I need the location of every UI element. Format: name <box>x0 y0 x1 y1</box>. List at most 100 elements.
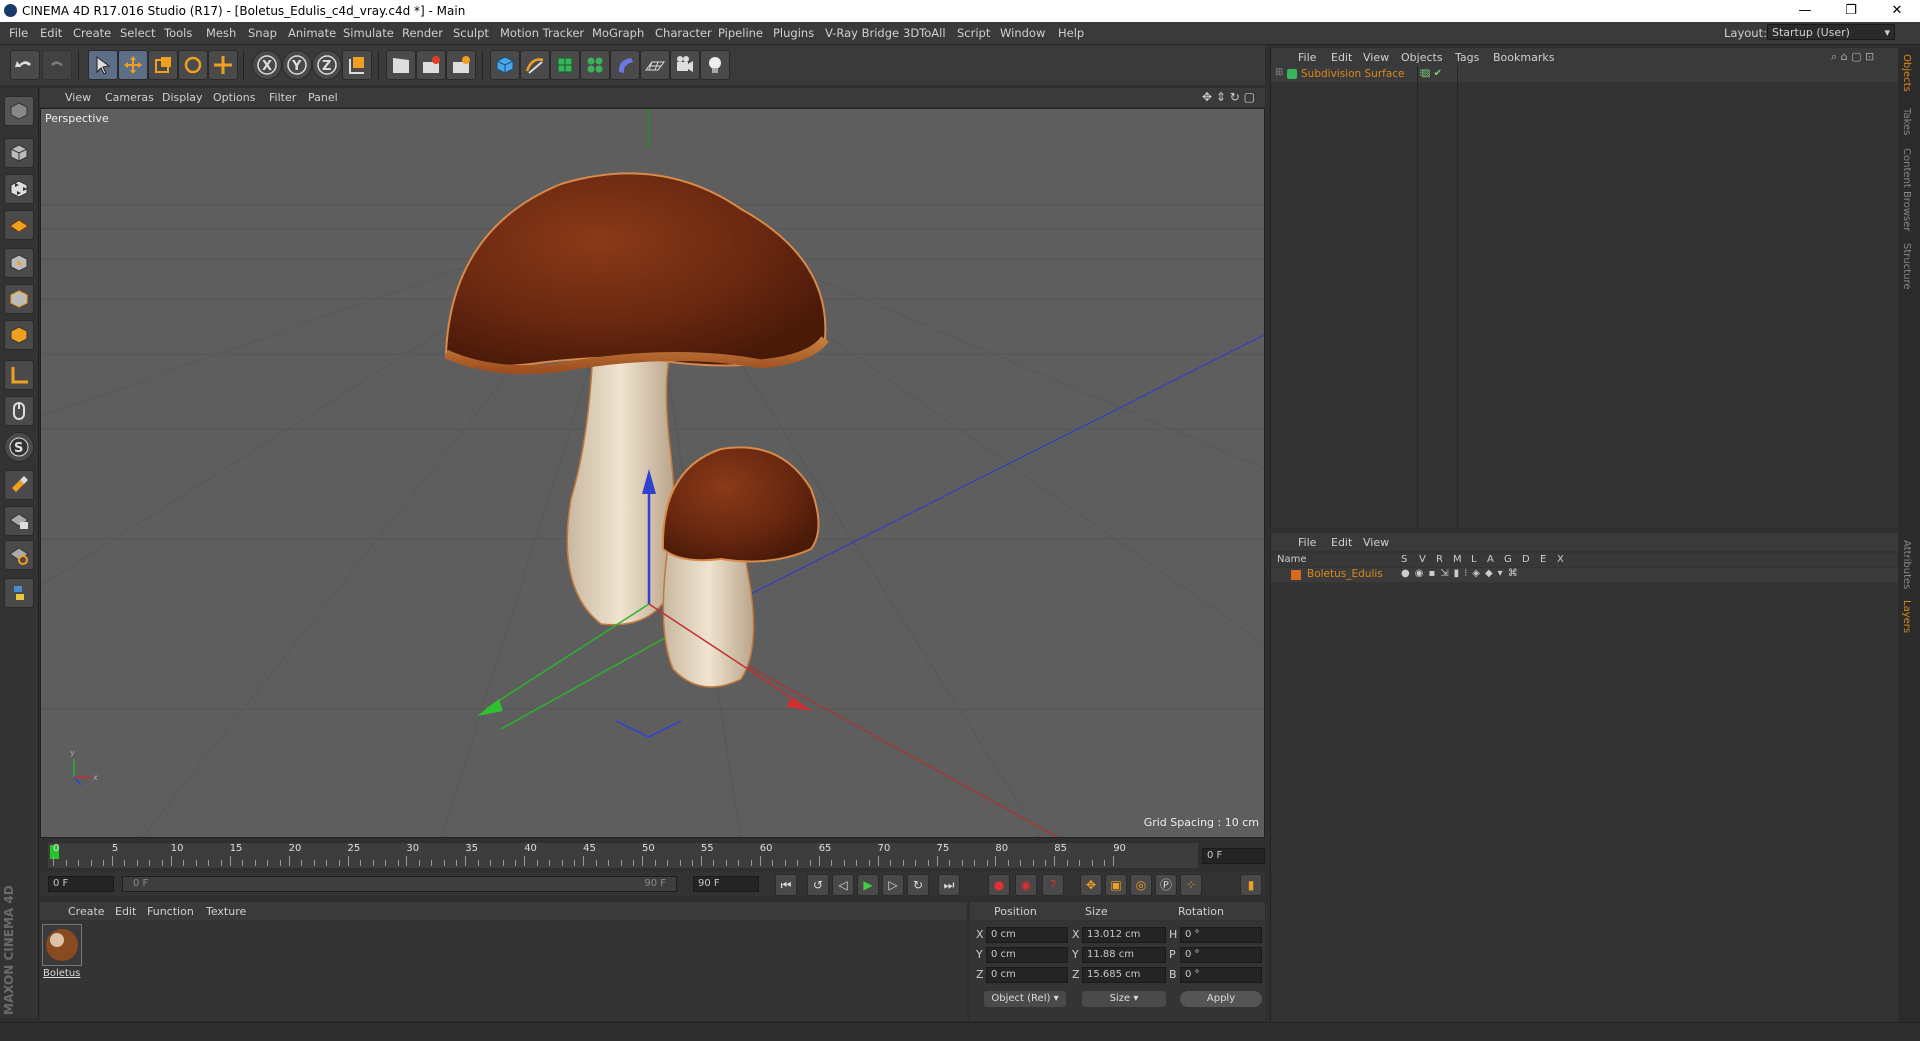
key-parameter-button[interactable]: Ⓟ <box>1155 874 1177 896</box>
pos-z-field[interactable]: 0 cm <box>986 967 1068 983</box>
undo-button[interactable] <box>10 50 40 80</box>
record-keys-button[interactable]: ● <box>988 874 1010 896</box>
menu-select[interactable]: Select <box>120 26 155 40</box>
viewport-nav-icons[interactable]: ✥ ⇕ ↻ ▢ <box>1202 90 1255 104</box>
key-scale-button[interactable]: ▣ <box>1105 874 1127 896</box>
magnet-button[interactable] <box>4 470 34 500</box>
add-generator-button[interactable] <box>550 50 580 80</box>
render-picture-viewer-button[interactable] <box>416 50 446 80</box>
tab-attributes[interactable]: Attributes <box>1901 540 1912 589</box>
viewport-menu-options[interactable]: Options <box>213 91 255 104</box>
z-axis-lock-button[interactable]: Z <box>312 50 342 80</box>
add-deformer-button[interactable] <box>610 50 640 80</box>
texture-mode-button[interactable] <box>4 174 34 204</box>
lock-workplane-button[interactable] <box>4 506 34 536</box>
menu-vray-bridge[interactable]: V-Ray Bridge <box>825 26 899 40</box>
tab-layers[interactable]: Layers <box>1901 600 1912 633</box>
add-light-button[interactable] <box>700 50 730 80</box>
menu-mesh[interactable]: Mesh <box>206 26 236 40</box>
tab-takes[interactable]: Takes <box>1901 108 1912 135</box>
enabled-check-icon[interactable]: ▨ ✔ <box>1421 68 1442 79</box>
size-mode-dropdown[interactable]: Size ▾ <box>1082 991 1166 1007</box>
object-menu-edit[interactable]: Edit <box>1331 51 1352 64</box>
scale-tool-button[interactable] <box>148 50 178 80</box>
make-editable-button[interactable] <box>4 96 34 126</box>
layout-dropdown[interactable]: Startup (User) ▾ <box>1767 24 1895 40</box>
next-key-button[interactable]: ↻ <box>907 874 929 896</box>
menu-window[interactable]: Window <box>1000 26 1045 40</box>
rot-b-field[interactable]: 0 ° <box>1180 967 1262 983</box>
add-camera-button[interactable] <box>670 50 700 80</box>
coordinate-mode-dropdown[interactable]: Object (Rel) ▾ <box>984 991 1066 1007</box>
add-environment-button[interactable] <box>640 50 670 80</box>
size-z-field[interactable]: 15.685 cm <box>1082 967 1166 983</box>
object-menu-file[interactable]: File <box>1298 51 1316 64</box>
layer-menu-file[interactable]: File <box>1298 536 1316 549</box>
add-spline-button[interactable] <box>520 50 550 80</box>
material-menu-function[interactable]: Function <box>147 905 194 918</box>
workplane-dynamics-button[interactable] <box>4 540 34 570</box>
current-frame-field[interactable]: 0 F <box>1202 848 1265 864</box>
render-view-button[interactable] <box>386 50 416 80</box>
autokey-button[interactable]: ◉ <box>1015 874 1037 896</box>
next-frame-button[interactable]: ▷ <box>882 874 904 896</box>
menu-create[interactable]: Create <box>73 26 111 40</box>
snapping-button[interactable]: S <box>4 432 34 462</box>
tab-structure[interactable]: Structure <box>1901 243 1912 290</box>
pos-y-field[interactable]: 0 cm <box>986 947 1068 963</box>
menu-pipeline[interactable]: Pipeline <box>718 26 763 40</box>
search-icon[interactable]: ⌕ ⌂ ▢ ⊡ <box>1831 50 1874 64</box>
render-settings-button[interactable] <box>446 50 476 80</box>
close-button[interactable]: ✕ <box>1874 0 1920 22</box>
coordinate-system-button[interactable] <box>342 50 372 80</box>
layer-menu-edit[interactable]: Edit <box>1331 536 1352 549</box>
menu-motion-tracker[interactable]: Motion Tracker <box>500 26 584 40</box>
play-button[interactable]: ▶ <box>857 874 879 896</box>
prev-key-button[interactable]: ↺ <box>807 874 829 896</box>
menu-mograph[interactable]: MoGraph <box>592 26 644 40</box>
rot-h-field[interactable]: 0 ° <box>1180 927 1262 943</box>
axis-mode-button[interactable] <box>4 360 34 390</box>
expand-icon[interactable]: ⊞ <box>1275 67 1283 78</box>
3d-viewport[interactable]: y x Perspective Grid Spacing : 10 cm <box>40 108 1265 838</box>
polygons-mode-button[interactable] <box>4 320 34 350</box>
tab-content-browser[interactable]: Content Browser <box>1901 148 1912 231</box>
rotate-tool-button[interactable] <box>178 50 208 80</box>
viewport-menu-display[interactable]: Display <box>162 91 203 104</box>
transform-tool-button[interactable] <box>208 50 238 80</box>
workplane-mode-button[interactable] <box>4 210 34 240</box>
menu-animate[interactable]: Animate <box>288 26 336 40</box>
redo-button[interactable] <box>42 50 72 80</box>
material-menu-create[interactable]: Create <box>68 905 105 918</box>
minimize-button[interactable]: — <box>1782 0 1828 22</box>
menu-simulate[interactable]: Simulate <box>343 26 394 40</box>
size-y-field[interactable]: 11.88 cm <box>1082 947 1166 963</box>
rot-p-field[interactable]: 0 ° <box>1180 947 1262 963</box>
add-cube-button[interactable] <box>490 50 520 80</box>
preview-range-slider[interactable]: 0 F 90 F <box>122 876 677 892</box>
apply-button[interactable]: Apply <box>1180 991 1262 1007</box>
add-mograph-button[interactable] <box>580 50 610 80</box>
y-axis-lock-button[interactable]: Y <box>282 50 312 80</box>
layer-row-boletus-edulis[interactable]: Boletus_Edulis ●◉▪⇲▮⁝◈◆▾⌘ <box>1271 568 1899 582</box>
start-frame-field[interactable]: 0 F <box>48 876 114 892</box>
timeline-layout-button[interactable]: ▮ <box>1240 874 1262 896</box>
viewport-menu-filter[interactable]: Filter <box>269 91 296 104</box>
python-button[interactable] <box>4 578 34 608</box>
object-menu-view[interactable]: View <box>1363 51 1389 64</box>
menu-help[interactable]: Help <box>1058 26 1084 40</box>
viewport-menu-view[interactable]: View <box>65 91 91 104</box>
select-tool-button[interactable] <box>88 50 118 80</box>
menu-sculpt[interactable]: Sculpt <box>453 26 489 40</box>
object-row-subdivision-surface[interactable]: ⊞ Subdivision Surface ⁝ ▨ ✔ <box>1271 66 1899 82</box>
tweak-mode-button[interactable] <box>4 396 34 426</box>
x-axis-lock-button[interactable]: X <box>252 50 282 80</box>
key-position-button[interactable]: ✥ <box>1080 874 1102 896</box>
object-menu-bookmarks[interactable]: Bookmarks <box>1493 51 1554 64</box>
menu-script[interactable]: Script <box>957 26 990 40</box>
material-menu-edit[interactable]: Edit <box>115 905 136 918</box>
layer-toggle-icons[interactable]: ●◉▪⇲▮⁝◈◆▾⌘ <box>1401 568 1523 579</box>
goto-end-button[interactable]: ⏭ <box>938 874 960 896</box>
keyframe-selection-button[interactable]: ? <box>1042 874 1064 896</box>
edges-mode-button[interactable] <box>4 284 34 314</box>
